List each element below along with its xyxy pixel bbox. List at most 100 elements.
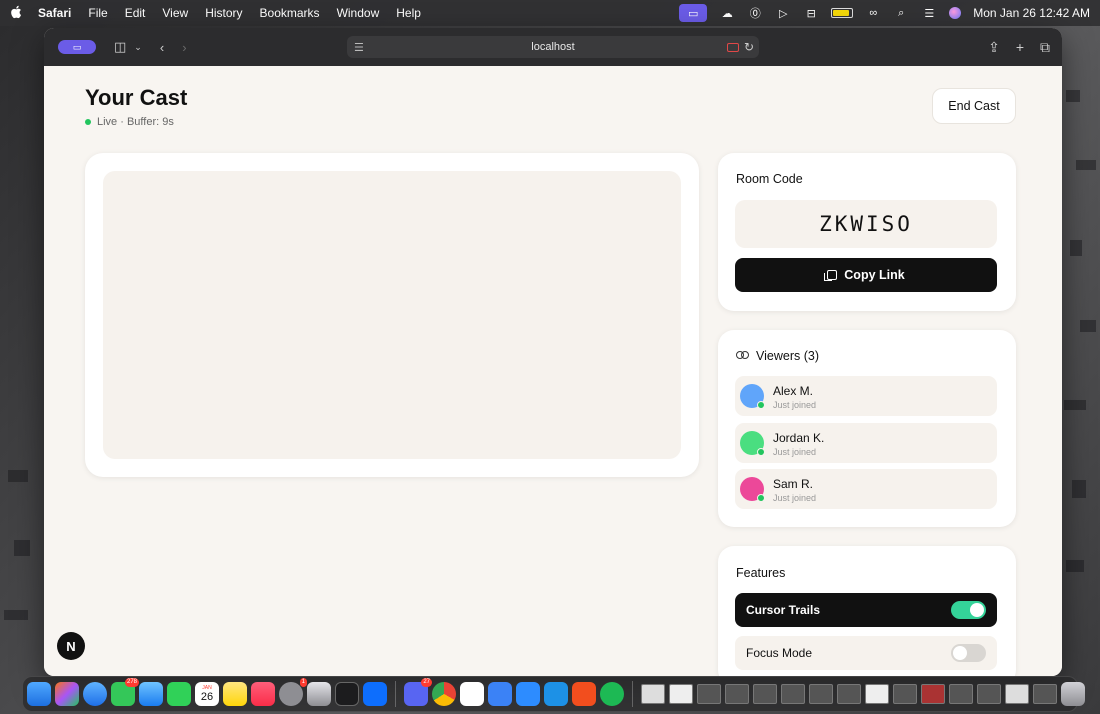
zoom-app-icon[interactable] xyxy=(516,682,540,706)
users-icon xyxy=(736,351,749,361)
end-cast-button[interactable]: End Cast xyxy=(932,88,1016,124)
menu-edit[interactable]: Edit xyxy=(125,6,146,20)
weather-icon[interactable]: ☁ xyxy=(719,6,735,20)
minimized-window-thumbnail[interactable] xyxy=(669,684,693,704)
chrome-icon[interactable] xyxy=(432,682,456,706)
url-text: localhost xyxy=(531,41,575,53)
toolbar-actions: ⇪ + ⧉ xyxy=(988,39,1050,56)
pages-icon[interactable] xyxy=(307,682,331,706)
mail-icon[interactable] xyxy=(139,682,163,706)
share-icon[interactable]: ⇪ xyxy=(988,39,1000,56)
search-icon[interactable]: ⌕ xyxy=(893,6,909,20)
copy-link-button[interactable]: Copy Link xyxy=(735,258,997,292)
apple-menu-icon[interactable] xyxy=(10,5,22,22)
mongodb-compass-icon[interactable] xyxy=(460,682,484,706)
minimized-window-thumbnail[interactable] xyxy=(837,684,861,704)
minimized-window-thumbnail[interactable] xyxy=(977,684,1001,704)
menu-bar-clock[interactable]: Mon Jan 26 12:42 AM xyxy=(973,6,1090,20)
launchpad-icon[interactable] xyxy=(55,682,79,706)
page-title: Your Cast xyxy=(85,85,188,110)
minimized-window-thumbnail[interactable] xyxy=(809,684,833,704)
chevron-down-icon[interactable]: ⌄ xyxy=(134,42,142,53)
menu-history[interactable]: History xyxy=(205,6,242,20)
battery-icon[interactable] xyxy=(831,8,854,18)
reload-icon[interactable]: ↻ xyxy=(744,40,754,54)
new-tab-icon[interactable]: + xyxy=(1016,39,1024,56)
room-code-title: Room Code xyxy=(736,172,803,186)
tab-overview-icon[interactable]: ⧉ xyxy=(1040,39,1050,56)
trash-icon[interactable] xyxy=(1061,682,1085,706)
menu-view[interactable]: View xyxy=(162,6,188,20)
messages-icon[interactable]: 278 xyxy=(111,678,139,706)
nextjs-dev-indicator[interactable]: N xyxy=(57,632,85,660)
sidebar-toggle-icon[interactable]: ◫ xyxy=(114,39,126,55)
features-title: Features xyxy=(736,566,786,580)
safari-icon[interactable] xyxy=(83,682,107,706)
minimized-window-thumbnail[interactable] xyxy=(1033,684,1057,704)
minimized-window-thumbnail[interactable] xyxy=(865,684,889,704)
postman-icon[interactable] xyxy=(572,682,596,706)
minimized-window-thumbnail[interactable] xyxy=(725,684,749,704)
viewer-status: Just joined xyxy=(773,493,817,503)
minimized-window-thumbnail[interactable] xyxy=(753,684,777,704)
control-center-icon[interactable]: ☰ xyxy=(921,6,937,20)
siri-icon[interactable] xyxy=(949,7,962,19)
menu-window[interactable]: Window xyxy=(337,6,380,20)
page-content: Your Cast Live · Buffer: 9s End Cast Roo… xyxy=(44,66,1062,676)
minimized-window-thumbnail[interactable] xyxy=(697,684,721,704)
settings-badge: 1 xyxy=(299,678,307,687)
menu-help[interactable]: Help xyxy=(396,6,421,20)
terminal-icon[interactable] xyxy=(335,682,359,706)
page-settings-icon[interactable]: ☰ xyxy=(354,41,364,54)
minimized-window-thumbnail[interactable] xyxy=(781,684,805,704)
back-icon[interactable]: ‹ xyxy=(160,40,164,55)
minimized-window-thumbnail[interactable] xyxy=(1005,684,1029,704)
minimized-window-thumbnail[interactable] xyxy=(949,684,973,704)
viewers-title: Viewers (3) xyxy=(756,349,819,363)
address-bar[interactable]: ☰ localhost ↻ xyxy=(347,36,759,58)
link-icon[interactable]: ∞ xyxy=(865,6,881,20)
minimized-document-thumbnail[interactable] xyxy=(641,684,665,704)
dock-separator xyxy=(395,681,396,707)
feature-focus-mode[interactable]: Focus Mode xyxy=(735,636,997,670)
screen-sharing-icon[interactable] xyxy=(727,42,739,52)
play-icon[interactable]: ▷ xyxy=(775,6,791,20)
video-preview-area xyxy=(103,171,681,459)
minimized-window-thumbnail[interactable] xyxy=(921,684,945,704)
browser-window: ▭ ◫ ⌄ ‹ › ☰ localhost ↻ ⇪ + ⧉ Your Cast … xyxy=(44,28,1062,676)
screen-cast-icon[interactable]: ▭ xyxy=(679,4,708,22)
calendar-icon[interactable]: JAN 26 xyxy=(195,682,219,706)
online-indicator xyxy=(757,448,765,456)
copy-link-label: Copy Link xyxy=(844,268,905,282)
music-icon[interactable] xyxy=(251,682,275,706)
facetime-icon[interactable] xyxy=(167,682,191,706)
menu-file[interactable]: File xyxy=(88,6,107,20)
viewer-status: Just joined xyxy=(773,400,817,410)
zoom-icon[interactable]: ⓪ xyxy=(747,6,763,20)
menu-app-name[interactable]: Safari xyxy=(38,6,71,20)
focus-mode-toggle[interactable] xyxy=(951,644,986,662)
spotify-icon[interactable] xyxy=(600,682,624,706)
feature-label: Focus Mode xyxy=(746,646,813,660)
toggle-knob xyxy=(970,603,984,617)
finder-icon[interactable] xyxy=(27,682,51,706)
notes-icon[interactable] xyxy=(223,682,247,706)
discord-icon[interactable]: 27 xyxy=(404,678,432,706)
video-preview-card xyxy=(85,153,699,477)
feature-cursor-trails[interactable]: Cursor Trails xyxy=(735,593,997,627)
messages-badge: 278 xyxy=(124,678,139,687)
viewer-row: Sam R. Just joined xyxy=(735,469,997,509)
menu-bookmarks[interactable]: Bookmarks xyxy=(260,6,320,20)
room-code-card: Room Code ZKWISO Copy Link xyxy=(718,153,1016,311)
cursor-trails-toggle[interactable] xyxy=(951,601,986,619)
files-app-icon[interactable] xyxy=(488,682,512,706)
forward-icon[interactable]: › xyxy=(182,40,186,55)
system-settings-icon[interactable]: 1 xyxy=(279,678,307,706)
vscode-icon[interactable] xyxy=(363,682,387,706)
docker-icon[interactable] xyxy=(544,682,568,706)
tab-group-icon[interactable]: ▭ xyxy=(58,40,96,54)
minimized-window-thumbnail[interactable] xyxy=(893,684,917,704)
car-icon[interactable]: ⊟ xyxy=(803,6,819,20)
menu-bar: Safari File Edit View History Bookmarks … xyxy=(0,0,1100,26)
status-text: Live · Buffer: 9s xyxy=(97,116,174,128)
